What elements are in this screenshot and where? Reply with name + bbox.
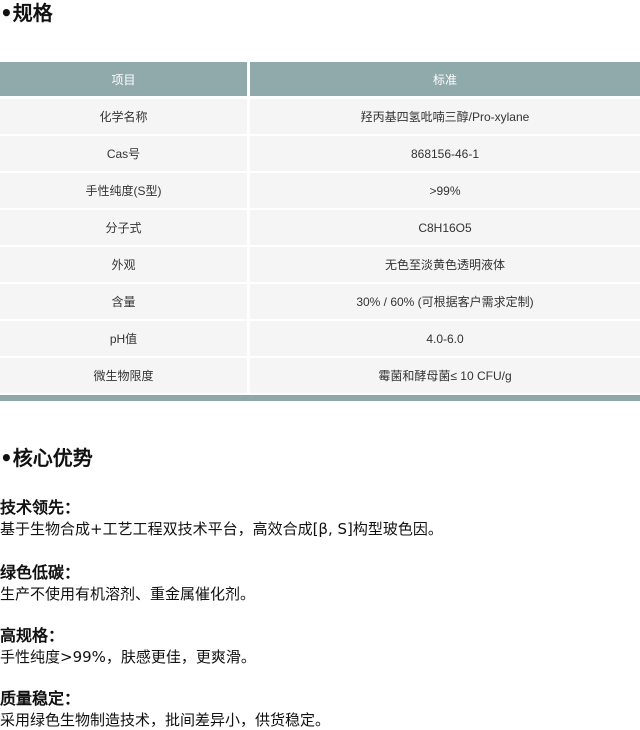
advantage-item: 质量稳定： 采用绿色生物制造技术，批间差异小，供货稳定。 xyxy=(0,688,330,730)
row-value: 羟丙基四氢吡喃三醇/Pro-xylane xyxy=(250,99,640,136)
advantage-desc: 基于生物合成+工艺工程双技术平台，高效合成[β, S]构型玻色因。 xyxy=(0,520,443,538)
spec-table: 项目 标准 化学名称 羟丙基四氢吡喃三醇/Pro-xylane Cas号 868… xyxy=(0,62,640,401)
row-value: 霉菌和酵母菌≤ 10 CFU/g xyxy=(250,358,640,395)
table-row: pH值 4.0-6.0 xyxy=(0,321,640,358)
row-value: >99% xyxy=(250,173,640,210)
row-value: 4.0-6.0 xyxy=(250,321,640,358)
advantage-item: 高规格： 手性纯度>99%，肤感更佳，更爽滑。 xyxy=(0,625,256,667)
row-value: C8H16O5 xyxy=(250,210,640,247)
row-label: 含量 xyxy=(0,284,247,321)
row-value: 无色至淡黄色透明液体 xyxy=(250,247,640,284)
advantage-desc: 手性纯度>99%，肤感更佳，更爽滑。 xyxy=(0,648,256,666)
table-row: 手性纯度(S型) >99% xyxy=(0,173,640,210)
advantage-item: 技术领先： 基于生物合成+工艺工程双技术平台，高效合成[β, S]构型玻色因。 xyxy=(0,497,443,539)
table-row: 含量 30% / 60% (可根据客户需求定制) xyxy=(0,284,640,321)
advantage-title: 质量稳定： xyxy=(0,689,81,708)
row-label: pH值 xyxy=(0,321,247,358)
row-value: 30% / 60% (可根据客户需求定制) xyxy=(250,284,640,321)
table-row: 外观 无色至淡黄色透明液体 xyxy=(0,247,640,284)
table-row: 化学名称 羟丙基四氢吡喃三醇/Pro-xylane xyxy=(0,99,640,136)
row-label: Cas号 xyxy=(0,136,247,173)
row-value: 868156-46-1 xyxy=(250,136,640,173)
spec-section-title: •规格 xyxy=(0,1,53,25)
header-item: 项目 xyxy=(0,62,247,96)
row-label: 微生物限度 xyxy=(0,358,247,395)
row-label: 化学名称 xyxy=(0,99,247,136)
advantage-desc: 采用绿色生物制造技术，批间差异小，供货稳定。 xyxy=(0,711,331,729)
table-row: 分子式 C8H16O5 xyxy=(0,210,640,247)
advantage-title: 绿色低碳： xyxy=(0,563,81,582)
advantage-title: 技术领先： xyxy=(0,498,81,517)
row-label: 外观 xyxy=(0,247,247,284)
row-label: 分子式 xyxy=(0,210,247,247)
advantage-item: 绿色低碳： 生产不使用有机溶剂、重金属催化剂。 xyxy=(0,562,255,604)
table-row: Cas号 868156-46-1 xyxy=(0,136,640,173)
row-label: 手性纯度(S型) xyxy=(0,173,247,210)
table-row: 微生物限度 霉菌和酵母菌≤ 10 CFU/g xyxy=(0,358,640,395)
advantage-title: 高规格： xyxy=(0,626,65,645)
spec-table-header: 项目 标准 xyxy=(0,62,640,96)
advantages-section-title: •核心优势 xyxy=(0,446,93,470)
header-standard: 标准 xyxy=(250,62,640,96)
advantage-desc: 生产不使用有机溶剂、重金属催化剂。 xyxy=(0,585,256,603)
